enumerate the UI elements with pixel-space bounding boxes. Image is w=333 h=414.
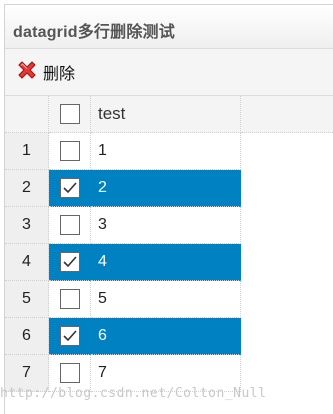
row-checkbox[interactable] [59,326,80,346]
row-checkbox-cell [49,244,91,281]
row-number: 6 [5,318,49,355]
row-checkbox[interactable] [59,215,80,235]
row-checkbox-cell [49,318,91,355]
checkmark-icon [62,182,77,194]
datagrid-panel: datagrid多行删除测试 删除 test 11223344556677 [4,4,333,414]
select-all-checkbox[interactable] [59,104,80,124]
row-checkbox[interactable] [59,363,80,383]
row-number: 5 [5,281,49,318]
cell-test: 5 [91,281,241,318]
row-checkbox-cell [49,281,91,318]
table-row[interactable]: 44 [5,244,333,281]
row-number: 1 [5,133,49,170]
row-number: 2 [5,170,49,207]
header-checkbox-cell [49,96,91,133]
row-checkbox-cell [49,170,91,207]
checkmark-icon [62,256,77,268]
row-checkbox-cell [49,133,91,170]
header-rownumber-cell [5,96,49,133]
row-checkbox[interactable] [59,178,80,198]
table-row[interactable]: 66 [5,318,333,355]
checkmark-icon [62,330,77,342]
cell-test: 6 [91,318,241,355]
row-number: 3 [5,207,49,244]
table-row[interactable]: 22 [5,170,333,207]
grid-header-row: test [5,96,333,133]
row-checkbox[interactable] [59,141,80,161]
remove-icon [15,58,39,87]
row-checkbox[interactable] [59,289,80,309]
row-checkbox[interactable] [59,252,80,272]
row-number: 4 [5,244,49,281]
column-header-test[interactable]: test [91,96,241,133]
delete-label: 删除 [43,66,76,83]
table-row[interactable]: 33 [5,207,333,244]
row-checkbox-cell [49,207,91,244]
toolbar: 删除 [5,49,333,96]
table-row[interactable]: 55 [5,281,333,318]
delete-button[interactable]: 删除 [15,58,75,86]
watermark: http://blog.csdn.net/Colton_Null [0,386,267,401]
panel-title: datagrid多行删除测试 [13,24,175,41]
cell-test: 4 [91,244,241,281]
panel-header: datagrid多行删除测试 [5,5,333,49]
cell-test: 1 [91,133,241,170]
cell-test: 2 [91,170,241,207]
table-row[interactable]: 11 [5,133,333,170]
header-filler [241,96,333,133]
cell-test: 3 [91,207,241,244]
